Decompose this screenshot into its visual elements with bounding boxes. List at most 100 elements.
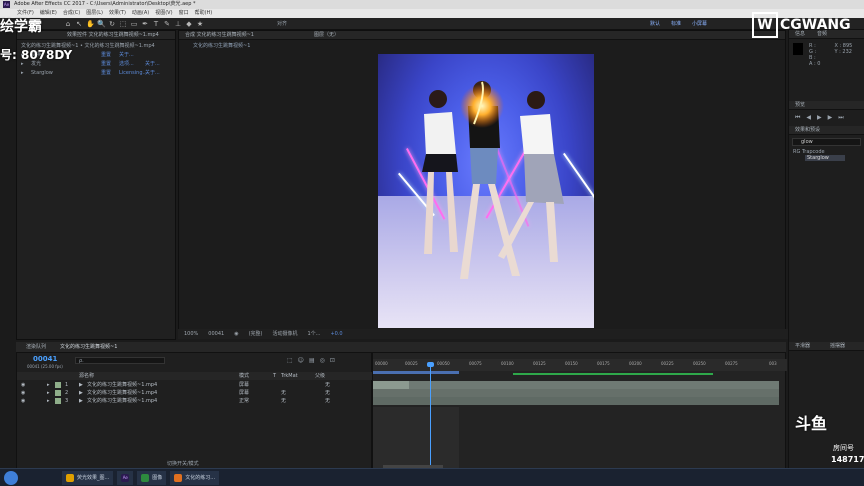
effects-search-input[interactable]: glow <box>792 138 861 146</box>
puppet-tool-icon[interactable]: ★ <box>196 20 204 28</box>
zoom-tool-icon[interactable]: 🔍 <box>97 20 106 28</box>
menu-view[interactable]: 视图(V) <box>155 9 172 18</box>
task-item-1[interactable]: 荧光效果_图... <box>62 470 114 485</box>
views-count-dropdown[interactable]: 1个... <box>308 329 321 339</box>
pen-tool-icon[interactable]: ✒ <box>141 20 149 28</box>
visibility-icon[interactable]: ◉ <box>21 389 25 397</box>
layer-tab[interactable]: 图层（无） <box>314 31 339 39</box>
expand-icon[interactable]: ▸ <box>47 381 50 389</box>
home-tool-icon[interactable]: ⌂ <box>64 20 72 28</box>
layer-mode[interactable]: 屏幕 <box>239 389 249 397</box>
about-link[interactable]: 关于... <box>145 69 160 78</box>
task-item-4[interactable]: 文化的练习... <box>170 470 220 485</box>
task-item-ae[interactable]: Ae <box>117 470 134 485</box>
about-link[interactable]: 关于... <box>119 51 134 60</box>
info-tab[interactable]: 信息 <box>795 30 805 38</box>
task-item-3[interactable]: 图像 <box>137 470 167 485</box>
layer-bar-1[interactable] <box>373 381 779 389</box>
motion-blur-icon[interactable]: ◎ <box>320 357 325 364</box>
visibility-icon[interactable]: ◉ <box>21 397 25 405</box>
time-ruler[interactable]: 00000 00025 00050 00075 00100 00125 0015… <box>373 359 787 371</box>
playhead[interactable] <box>430 363 431 469</box>
menu-effect[interactable]: 效果(T) <box>109 9 126 18</box>
current-time[interactable]: 00041 <box>33 355 57 363</box>
label-color[interactable] <box>55 382 61 388</box>
composition-tab[interactable]: 合成 文化的练习生跳舞视频~1 <box>185 31 254 39</box>
workspace-standard[interactable]: 标准 <box>671 20 681 27</box>
layer-search-input[interactable]: ρ. <box>75 357 165 364</box>
resolution-dropdown[interactable]: (完整) <box>249 329 263 339</box>
graph-editor-icon[interactable]: ⊡ <box>330 357 335 364</box>
layer-parent[interactable]: 无 <box>325 389 330 397</box>
view-dropdown[interactable]: 活动摄像机 <box>272 329 297 339</box>
layer-trkmat[interactable]: 无 <box>281 397 286 405</box>
eraser-tool-icon[interactable]: ◆ <box>185 20 193 28</box>
prev-frame-icon[interactable]: ◀ <box>806 114 811 122</box>
workspace-small[interactable]: 小屏幕 <box>692 20 707 27</box>
selection-tool-icon[interactable]: ↖ <box>75 20 83 28</box>
licensing-link[interactable]: Licensing... <box>119 69 147 78</box>
menu-edit[interactable]: 编辑(E) <box>40 9 57 18</box>
label-color[interactable] <box>55 390 61 396</box>
hand-tool-icon[interactable]: ✋ <box>86 20 95 28</box>
options-link[interactable]: 选项... <box>119 60 145 69</box>
frame-blend-icon[interactable]: ▤ <box>309 357 315 364</box>
play-icon[interactable]: ▶ <box>817 114 822 122</box>
layer-mode[interactable]: 正常 <box>239 397 249 405</box>
layer-trkmat[interactable]: 无 <box>281 389 286 397</box>
draft-3d-icon[interactable]: ⬚ <box>287 357 293 364</box>
effect-row-starglow[interactable]: ▸ Starglow 重置 Licensing... 关于... <box>21 69 175 78</box>
layer-name[interactable]: 文化的练习生跳舞视频~1.mp4 <box>87 389 157 397</box>
menu-composition[interactable]: 合成(C) <box>63 9 80 18</box>
stamp-tool-icon[interactable]: ⊥ <box>174 20 182 28</box>
layer-parent[interactable]: 无 <box>325 381 330 389</box>
playhead-handle[interactable] <box>427 362 434 367</box>
audio-tab[interactable]: 音频 <box>817 30 827 38</box>
start-button[interactable] <box>4 470 18 485</box>
workspace-default[interactable]: 默认 <box>650 20 660 27</box>
menu-window[interactable]: 窗口 <box>179 9 189 18</box>
layer-bar-3[interactable] <box>373 397 779 405</box>
first-frame-icon[interactable]: ⏮ <box>795 114 800 122</box>
exposure-value[interactable]: +0.0 <box>330 329 342 339</box>
work-area-bar[interactable] <box>373 371 459 374</box>
shy-icon[interactable]: ☺ <box>298 357 304 364</box>
last-frame-icon[interactable]: ⏭ <box>838 114 843 122</box>
reset-link[interactable]: 重置 <box>101 60 119 69</box>
layer-mode[interactable]: 屏幕 <box>239 381 249 389</box>
layer-name[interactable]: 文化的练习生跳舞视频~1.mp4 <box>87 397 157 405</box>
snap-label[interactable]: 对齐 <box>277 20 287 27</box>
expand-icon[interactable]: ▸ <box>21 69 31 78</box>
reset-link[interactable]: 重置 <box>101 51 119 60</box>
effects-presets-tab[interactable]: 效果和预设 <box>789 126 864 135</box>
rotate-tool-icon[interactable]: ↻ <box>108 20 116 28</box>
menu-layer[interactable]: 图层(L) <box>86 9 103 18</box>
rectangle-tool-icon[interactable]: ▭ <box>130 20 138 28</box>
layer-name[interactable]: 文化的练习生跳舞视频~1.mp4 <box>87 381 157 389</box>
toggle-switches-modes[interactable]: 切换开关/模式 <box>167 460 199 467</box>
composition-subtab[interactable]: 文化的练习生跳舞视频~1 <box>179 40 785 51</box>
menu-animation[interactable]: 动画(A) <box>132 9 149 18</box>
reset-link[interactable]: 重置 <box>101 69 119 78</box>
visibility-icon[interactable]: ◉ <box>21 381 25 389</box>
type-tool-icon[interactable]: T <box>152 20 160 28</box>
viewer-timecode[interactable]: 00041 <box>208 329 224 339</box>
expand-icon[interactable]: ▸ <box>47 389 50 397</box>
wiggler-tab[interactable]: 摇摆器 <box>830 342 845 350</box>
composition-canvas[interactable] <box>378 54 594 328</box>
next-frame-icon[interactable]: ▶ <box>828 114 833 122</box>
about-link[interactable]: 关于... <box>145 60 160 69</box>
camera-icon[interactable]: ◉ <box>234 329 238 339</box>
preview-tab[interactable]: 预览 <box>789 101 864 110</box>
effects-item-starglow[interactable]: Starglow <box>805 155 845 161</box>
label-color[interactable] <box>55 398 61 404</box>
expand-icon[interactable]: ▸ <box>47 397 50 405</box>
render-queue-tab[interactable]: 渲染队列 <box>26 342 46 352</box>
menu-help[interactable]: 帮助(H) <box>195 9 213 18</box>
layer-parent[interactable]: 无 <box>325 397 330 405</box>
layer-row-3[interactable]: ◉ ▸ 3 ▶ 文化的练习生跳舞视频~1.mp4 正常 无 无 <box>17 397 373 405</box>
layer-row-2[interactable]: ◉ ▸ 2 ▶ 文化的练习生跳舞视频~1.mp4 屏幕 无 无 <box>17 389 373 397</box>
comp-timeline-tab[interactable]: 文化的练习生跳舞视频~1 <box>60 342 117 352</box>
smoother-tab[interactable]: 平滑器 <box>795 342 810 350</box>
zoom-dropdown[interactable]: 100% <box>184 329 198 339</box>
